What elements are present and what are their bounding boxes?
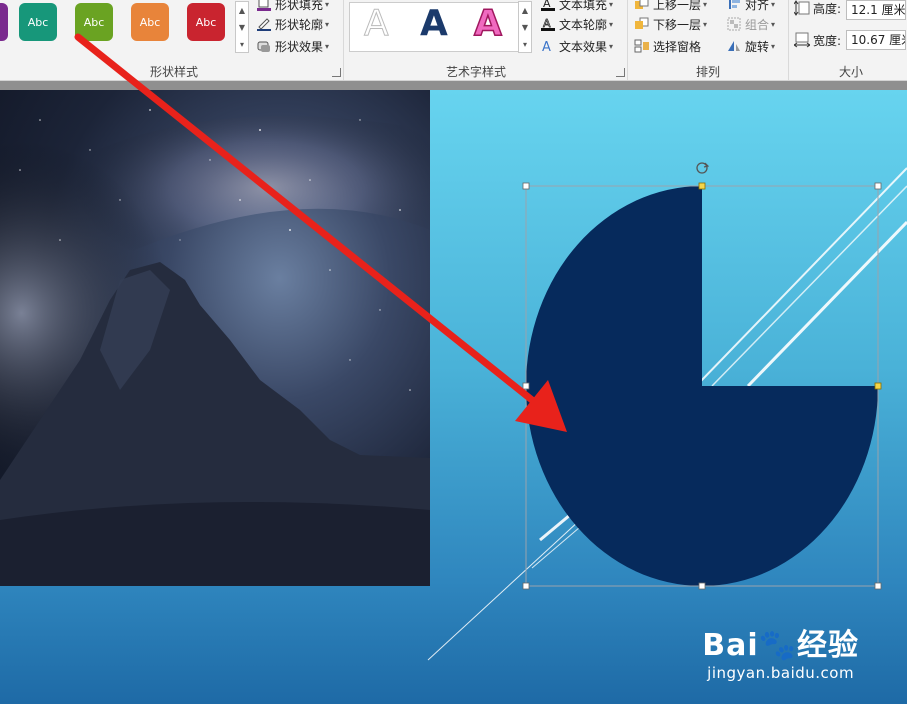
ribbon: Abc Abc Abc Abc ▲ ▼ ▾ 形状填充 ▾ 形状轮廓 ▾ 形状效果 ▾ … xyxy=(0,0,907,81)
shape-outline-button[interactable]: 形状轮廓 ▾ xyxy=(256,14,329,34)
scroll-up-icon[interactable]: ▲ xyxy=(519,2,531,19)
group-icon xyxy=(726,16,742,32)
paint-bucket-icon xyxy=(256,0,272,12)
dropdown-caret-icon: ▾ xyxy=(703,19,708,29)
shape-styles-gallery-scroll[interactable]: ▲ ▼ ▾ xyxy=(235,1,249,53)
gallery-more-icon[interactable]: ▾ xyxy=(519,36,531,53)
wordart-sample-navy[interactable]: A xyxy=(420,3,448,44)
dropdown-caret-icon: ▾ xyxy=(325,19,330,29)
text-effects-button[interactable]: A 文本效果 ▾ xyxy=(540,36,613,56)
bring-forward-button[interactable]: 上移一层 ▾ xyxy=(634,0,707,14)
dropdown-caret-icon: ▾ xyxy=(771,0,776,9)
scroll-down-icon[interactable]: ▼ xyxy=(236,19,248,36)
wordart-sample-pink[interactable]: A xyxy=(473,2,502,45)
text-outline-icon: A xyxy=(540,16,556,32)
text-outline-button[interactable]: A 文本轮廓 ▾ xyxy=(540,14,613,34)
rotate-button[interactable]: 旋转 ▾ xyxy=(726,36,775,56)
send-backward-button[interactable]: 下移一层 ▾ xyxy=(634,14,707,34)
svg-text:A: A xyxy=(542,40,551,53)
selection-pane-icon xyxy=(634,38,650,54)
text-effects-icon: A xyxy=(540,38,556,54)
wordart-styles-launcher-icon[interactable] xyxy=(616,68,625,77)
send-backward-icon xyxy=(634,16,650,32)
shape-styles-launcher-icon[interactable] xyxy=(332,68,341,77)
dropdown-caret-icon: ▾ xyxy=(609,41,614,51)
shape-style-orange[interactable]: Abc xyxy=(131,3,169,41)
pen-outline-icon xyxy=(256,16,272,32)
shape-style-teal[interactable]: Abc xyxy=(19,3,57,41)
slide: Bai🐾经验 jingyan.baidu.com xyxy=(0,90,907,704)
watermark-logo: Bai🐾经验 xyxy=(702,628,859,663)
gallery-more-icon[interactable]: ▾ xyxy=(236,36,248,53)
scroll-down-icon[interactable]: ▼ xyxy=(519,19,531,36)
height-icon xyxy=(794,0,810,16)
shape-style-red[interactable]: Abc xyxy=(187,3,225,41)
selected-pie-shape[interactable] xyxy=(0,90,907,704)
baidu-jingyan-watermark: Bai🐾经验 jingyan.baidu.com xyxy=(702,620,859,682)
shape-effects-button[interactable]: 形状效果 ▾ xyxy=(256,36,329,56)
shape-style-partial[interactable] xyxy=(0,3,8,41)
group-separator xyxy=(627,0,628,80)
wordart-gallery-scroll[interactable]: ▲ ▼ ▾ xyxy=(518,1,532,53)
shape-styles-group-label: 形状样式 xyxy=(150,65,199,79)
arrange-group-label: 排列 xyxy=(696,65,721,79)
text-fill-icon: A xyxy=(540,0,556,12)
group-separator xyxy=(343,0,344,80)
selection-pane-button[interactable]: 选择窗格 xyxy=(634,36,701,56)
dropdown-caret-icon: ▾ xyxy=(771,41,776,51)
shape-effects-icon xyxy=(256,38,272,54)
shape-style-green[interactable]: Abc xyxy=(75,3,113,41)
align-button[interactable]: 对齐 ▾ xyxy=(726,0,775,14)
size-group-label: 大小 xyxy=(839,65,864,79)
width-icon xyxy=(794,32,810,48)
width-input[interactable]: 10.67 厘米 xyxy=(846,30,906,50)
group-button[interactable]: 组合 ▾ xyxy=(726,14,775,34)
dropdown-caret-icon: ▾ xyxy=(609,19,614,29)
watermark-url: jingyan.baidu.com xyxy=(707,664,855,682)
dropdown-caret-icon: ▾ xyxy=(703,0,708,9)
paw-icon: 🐾 xyxy=(758,628,797,663)
group-separator xyxy=(788,0,789,80)
shape-fill-button[interactable]: 形状填充 ▾ xyxy=(256,0,329,14)
dropdown-caret-icon: ▾ xyxy=(325,41,330,51)
wordart-gallery[interactable]: A A A xyxy=(349,2,519,52)
wordart-sample-plain[interactable]: A xyxy=(364,3,390,45)
bring-forward-icon xyxy=(634,0,650,12)
dropdown-caret-icon: ▾ xyxy=(771,19,776,29)
height-input[interactable]: 12.1 厘米 xyxy=(846,0,906,20)
align-icon xyxy=(726,0,742,12)
rotate-icon xyxy=(726,38,742,54)
editing-canvas: Bai🐾经验 jingyan.baidu.com xyxy=(0,81,907,704)
dropdown-caret-icon: ▾ xyxy=(325,0,330,9)
dropdown-caret-icon: ▾ xyxy=(609,0,614,9)
height-control: 高度: xyxy=(794,0,841,18)
scroll-up-icon[interactable]: ▲ xyxy=(236,2,248,19)
width-control: 宽度: xyxy=(794,30,841,50)
wordart-styles-group-label: 艺术字样式 xyxy=(446,65,507,79)
text-fill-button[interactable]: A 文本填充 ▾ xyxy=(540,0,613,14)
